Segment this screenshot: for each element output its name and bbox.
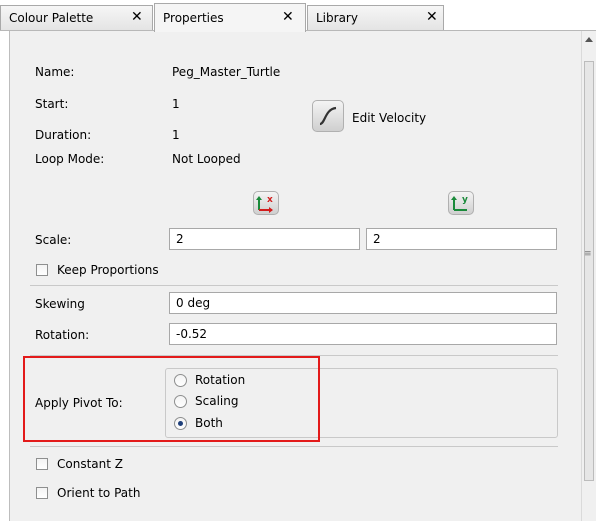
svg-text:y: y [462,195,468,205]
start-label: Start: [35,97,69,111]
loop-mode-label: Loop Mode: [35,152,105,166]
skewing-input[interactable]: 0 deg [169,292,557,314]
vertical-scrollbar[interactable]: ≡ [581,31,596,521]
tab-label: Library [316,11,358,25]
rotation-input[interactable]: -0.52 [169,323,557,345]
scale-x-input[interactable]: 2 [169,228,360,250]
duration-label: Duration: [35,128,92,142]
orient-to-path-checkbox[interactable] [36,487,48,499]
scale-y-input[interactable]: 2 [366,228,557,250]
constant-z-label: Constant Z [57,457,123,471]
edit-velocity-label: Edit Velocity [352,111,427,125]
name-value: Peg_Master_Turtle [172,65,281,79]
scale-y-button[interactable]: y [448,191,474,215]
divider [30,446,558,447]
scale-label: Scale: [35,233,72,247]
close-icon[interactable]: ✕ [131,9,143,25]
close-icon[interactable]: ✕ [426,9,438,25]
close-icon[interactable]: ✕ [282,9,294,25]
rotation-label: Rotation: [35,328,90,342]
tab-colour-palette[interactable]: Colour Palette ✕ [0,5,153,30]
divider [30,285,558,286]
keep-proportions-checkbox[interactable] [36,264,48,276]
scrollbar-thumb[interactable] [584,61,594,481]
grip-icon: ≡ [584,249,592,259]
scale-x-button[interactable]: x [253,191,279,215]
tab-library[interactable]: Library ✕ [307,5,444,30]
svg-text:x: x [267,195,273,205]
orient-to-path-label: Orient to Path [57,486,141,500]
constant-z-checkbox[interactable] [36,458,48,470]
name-label: Name: [35,65,75,79]
start-value: 1 [172,97,180,111]
tab-properties[interactable]: Properties ✕ [154,3,306,32]
scroll-up-arrow-icon[interactable] [585,37,593,42]
edit-velocity-button[interactable] [312,100,344,132]
scale-y-axis-icon: y [451,195,468,211]
duration-value: 1 [172,128,180,142]
highlight-annotation [23,356,320,442]
keep-proportions-label: Keep Proportions [57,263,159,277]
skewing-label: Skewing [35,297,85,311]
scale-x-axis-icon: x [256,195,273,213]
tab-label: Properties [163,11,224,25]
tab-bar: Colour Palette ✕ Properties ✕ Library ✕ [0,0,596,32]
tab-label: Colour Palette [9,11,94,25]
loop-mode-value: Not Looped [172,152,241,166]
velocity-curve-icon [319,106,337,126]
